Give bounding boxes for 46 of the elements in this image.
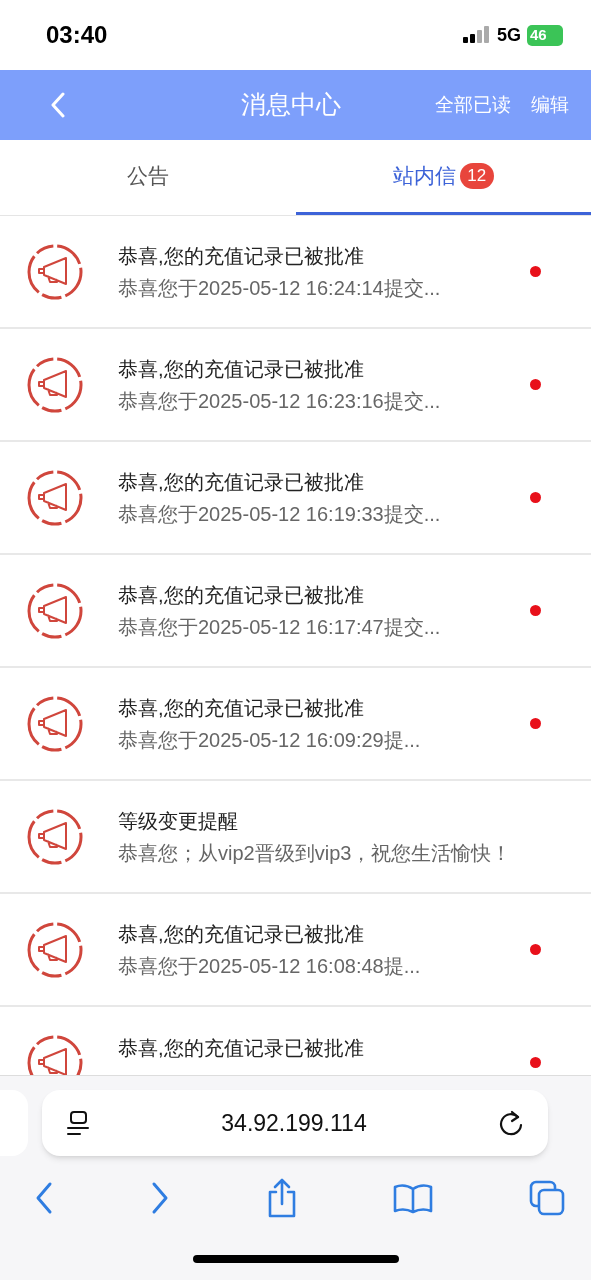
message-preview: 恭喜您于2025-05-12 16:24:14提交...: [118, 275, 442, 301]
address-bar[interactable]: 34.92.199.114: [42, 1090, 548, 1156]
message-title: 恭喜,您的充值记录已被批准: [118, 243, 365, 269]
megaphone-icon: [26, 242, 84, 301]
message-preview: 恭喜您于2025-05-12 16:23:16提交...: [118, 388, 442, 414]
message-row[interactable]: 等级变更提醒 恭喜您；从vip2晋级到vip3，祝您生活愉快！: [0, 781, 591, 894]
message-preview: 恭喜您于2025-05-12 16:09:29提...: [118, 727, 422, 753]
reload-icon[interactable]: [498, 1109, 524, 1137]
megaphone-icon: [26, 807, 84, 866]
bookmarks-icon[interactable]: [393, 1182, 434, 1214]
message-preview: 恭喜您于2025-05-12 16:08:48提...: [118, 953, 422, 979]
message-row[interactable]: 恭喜,您的充值记录已被批准 恭喜您于2025-05-12 16:24:14提交...: [0, 216, 591, 329]
tab[interactable]: 公告: [0, 140, 296, 215]
message-title: 恭喜,您的充值记录已被批准: [118, 469, 365, 495]
back-icon[interactable]: [50, 92, 66, 118]
message-row[interactable]: 恭喜,您的充值记录已被批准 恭喜您于2025-05-12 16:09:29提...: [0, 668, 591, 781]
megaphone-icon: [26, 355, 84, 414]
message-preview: 恭喜您于2025-05-12 16:19:33提交...: [118, 501, 442, 527]
megaphone-icon: [26, 1033, 84, 1075]
message-title: 恭喜,您的充值记录已被批准: [118, 1035, 365, 1061]
megaphone-icon: [26, 920, 84, 979]
message-row[interactable]: 恭喜,您的充值记录已被批准 恭喜您于2025-05-12 16:19:33提交...: [0, 442, 591, 555]
message-title: 恭喜,您的充值记录已被批准: [118, 356, 365, 382]
message-preview: 恭喜您于2025-05-12 16:17:47提交...: [118, 614, 442, 640]
megaphone-icon: [26, 581, 84, 640]
network-label: 5G: [497, 23, 521, 47]
message-title: 恭喜,您的充值记录已被批准: [118, 582, 365, 608]
signal-icon: [463, 26, 491, 44]
page-menu-icon[interactable]: [66, 1110, 90, 1136]
tabs-icon[interactable]: [529, 1180, 565, 1216]
tab[interactable]: 站内信 12: [295, 140, 591, 215]
page-title: 消息中心: [241, 89, 341, 121]
message-preview: 恭喜您；从vip2晋级到vip3，祝您生活愉快！: [118, 840, 513, 866]
message-row[interactable]: 恭喜,您的充值记录已被批准 恭喜您于2025-05-12 16:08:48提...: [0, 894, 591, 1007]
megaphone-icon: [26, 468, 84, 527]
message-title: 恭喜,您的充值记录已被批准: [118, 921, 365, 947]
message-title: 等级变更提醒: [118, 808, 239, 834]
url-text: 34.92.199.114: [220, 1108, 368, 1138]
back-icon[interactable]: [34, 1181, 54, 1215]
message-row[interactable]: 恭喜,您的充值记录已被批准 恭喜您于2025-05-12 16:17:47提交...: [0, 555, 591, 668]
status-time: 03:40: [46, 20, 108, 50]
message-row[interactable]: 恭喜,您的充值记录已被批准 恭喜您于2025-05-12 16:23:16提交...: [0, 329, 591, 442]
battery-indicator: 46: [527, 24, 563, 46]
message-title: 恭喜,您的充值记录已被批准: [118, 695, 365, 721]
megaphone-icon: [26, 694, 84, 753]
count-badge: 12: [459, 163, 494, 189]
